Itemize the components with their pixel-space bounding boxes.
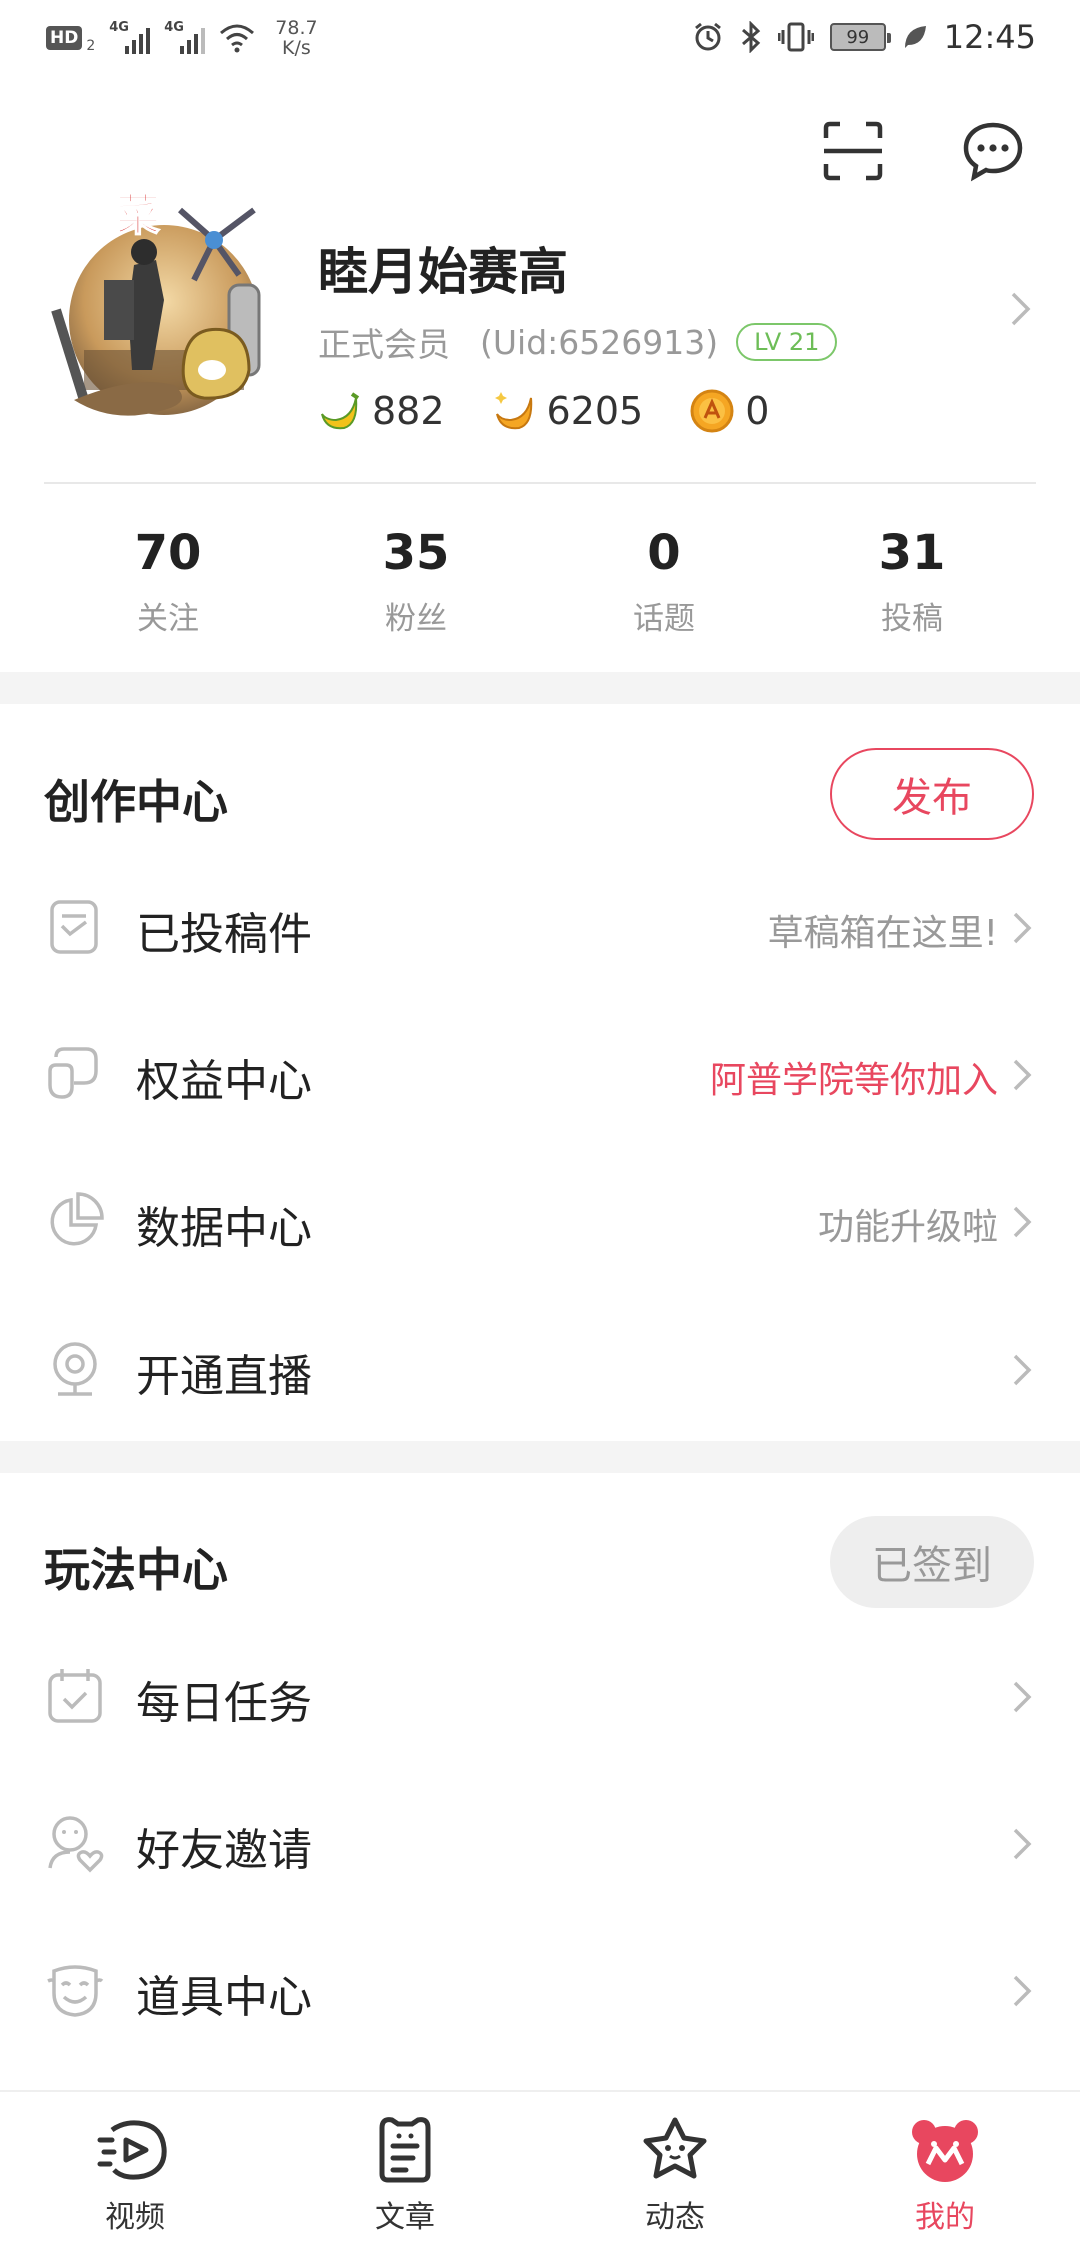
mascot-icon xyxy=(912,2120,978,2182)
play-center-title: 玩法中心 xyxy=(44,1543,228,1597)
bottom-nav: 视频 文章 动态 我的 xyxy=(0,2090,1080,2244)
video-icon xyxy=(97,2120,167,2180)
invite-user-icon xyxy=(48,1816,104,1873)
signal-icon: 4G xyxy=(109,20,151,54)
stats-row: 70 关注 35 粉丝 0 话题 31 投稿 xyxy=(44,525,1036,638)
row-invite-friends[interactable]: 好友邀请 xyxy=(0,1784,1080,1904)
row-submitted-works[interactable]: 已投稿件 草稿箱在这里! xyxy=(0,868,1080,988)
hint-text: 阿普学院等你加入 xyxy=(709,1060,998,1101)
benefits-icon xyxy=(48,1047,98,1099)
chevron-right-icon xyxy=(1013,1354,1032,1386)
section-separator xyxy=(0,1441,1080,1473)
network-speed: 78.7 K/s xyxy=(275,17,318,59)
hd-sub: 2 xyxy=(86,38,96,54)
avatar[interactable]: 菜 xyxy=(44,170,306,432)
publish-button[interactable]: 发布 xyxy=(830,748,1034,840)
row-benefits-center[interactable]: 权益中心 阿普学院等你加入 xyxy=(0,1015,1080,1135)
pie-chart-icon xyxy=(50,1192,104,1246)
member-info: 正式会员 (Uid:6526913) LV 21 xyxy=(318,318,838,366)
stat-following[interactable]: 70 关注 xyxy=(44,525,292,638)
creation-center-title: 创作中心 xyxy=(44,775,228,829)
signed-in-button[interactable]: 已签到 xyxy=(830,1516,1034,1608)
chevron-right-icon xyxy=(1013,1828,1032,1860)
star-icon xyxy=(643,2117,707,2179)
stat-topics[interactable]: 0 话题 xyxy=(540,525,788,638)
stat-followers[interactable]: 35 粉丝 xyxy=(292,525,540,638)
article-icon xyxy=(379,2117,431,2183)
coin-icon xyxy=(690,389,734,433)
vibrate-icon xyxy=(777,22,814,52)
chevron-right-icon xyxy=(1013,1059,1032,1091)
message-icon[interactable] xyxy=(962,120,1024,182)
row-start-live[interactable]: 开通直播 xyxy=(0,1310,1080,1430)
chevron-right-icon xyxy=(1013,1206,1032,1238)
hint-text: 草稿箱在这里! xyxy=(767,913,998,954)
submission-icon xyxy=(50,900,98,954)
wifi-icon xyxy=(220,24,255,53)
hint-text: 功能升级啦 xyxy=(817,1207,998,1248)
nav-articles[interactable]: 文章 xyxy=(270,2092,540,2244)
nav-video[interactable]: 视频 xyxy=(0,2092,270,2244)
banana-count: 882 xyxy=(316,388,445,434)
scan-icon[interactable] xyxy=(822,120,884,182)
battery-icon: 99 xyxy=(829,23,891,51)
coin-count: 0 xyxy=(689,388,769,434)
signal-icon-2: 4G xyxy=(164,20,206,54)
hd-indicator: HD xyxy=(46,26,83,50)
nav-mine[interactable]: 我的 xyxy=(810,2092,1080,2244)
status-bar: HD 2 4G 4G 78.7 K/s 99 12:45 xyxy=(0,0,1080,86)
nickname: 睦月始赛高 xyxy=(318,243,568,301)
uid: (Uid:6526913) xyxy=(480,322,719,362)
clock: 12:45 xyxy=(943,18,1036,56)
member-type: 正式会员 xyxy=(318,325,450,364)
level-badge: LV 21 xyxy=(736,323,838,361)
row-data-center[interactable]: 数据中心 功能升级啦 xyxy=(0,1162,1080,1282)
section-separator xyxy=(0,672,1080,704)
bluetooth-icon xyxy=(741,21,760,53)
row-daily-tasks[interactable]: 每日任务 xyxy=(0,1637,1080,1757)
chevron-right-icon xyxy=(1013,1681,1032,1713)
stat-posts[interactable]: 31 投稿 xyxy=(788,525,1036,638)
row-props-center[interactable]: 道具中心 xyxy=(0,1931,1080,2051)
banana-icon xyxy=(321,392,360,430)
nav-dynamic[interactable]: 动态 xyxy=(540,2092,810,2244)
chevron-right-icon xyxy=(1013,912,1032,944)
calendar-check-icon xyxy=(48,1669,102,1723)
alarm-icon xyxy=(694,22,721,51)
gold-banana-icon xyxy=(494,392,532,430)
chevron-right-icon[interactable] xyxy=(1008,290,1034,328)
webcam-icon xyxy=(53,1342,97,1396)
divider xyxy=(44,482,1036,484)
currency-bar: 882 6205 0 xyxy=(316,388,815,434)
leaf-icon xyxy=(904,26,926,48)
chevron-right-icon xyxy=(1013,1975,1032,2007)
svg-text:菜: 菜 xyxy=(116,190,160,241)
mask-icon xyxy=(47,1965,104,2017)
gold-banana-count: 6205 xyxy=(491,388,643,434)
